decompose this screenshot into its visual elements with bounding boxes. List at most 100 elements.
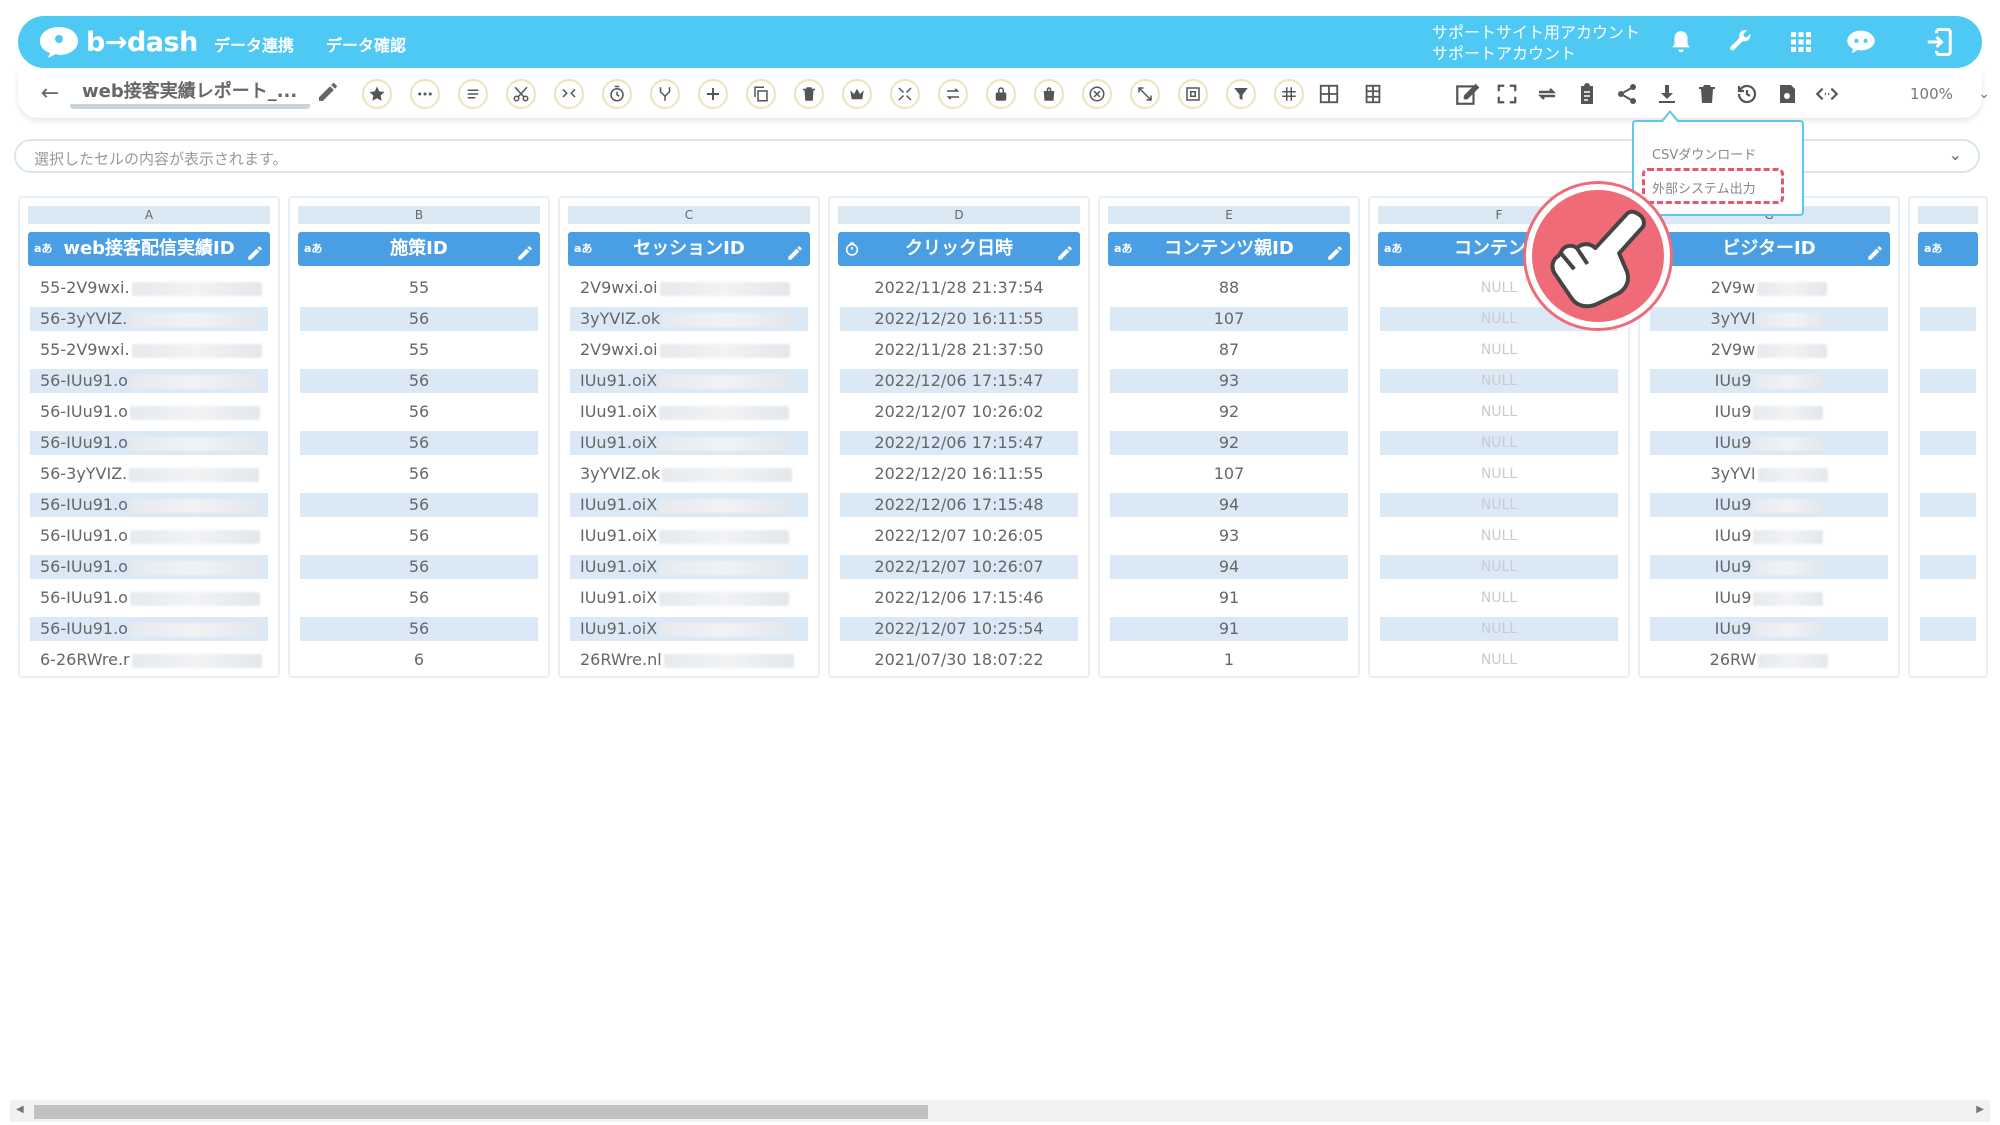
table-cell[interactable]: 2021/07/30 18:07:22	[840, 648, 1078, 672]
table-cell[interactable]: 93	[1110, 524, 1348, 548]
table-cell[interactable]: 56-IUu91.o	[30, 431, 268, 455]
nav-data-check[interactable]: データ確認	[326, 32, 406, 56]
table-cell[interactable]: NULL	[1380, 648, 1618, 672]
column-header[interactable]: aあビジターID	[1648, 232, 1890, 266]
table-cell[interactable]: 56-IUu91.o	[30, 369, 268, 393]
table-cell[interactable]: NULL	[1380, 555, 1618, 579]
table-cell[interactable]: 56-3yYVIZ.	[30, 307, 268, 331]
table-cell[interactable]	[1920, 555, 1976, 579]
horizontal-scrollbar[interactable]: ◀ ▶	[10, 1100, 1990, 1122]
table-cell[interactable]: 56	[300, 307, 538, 331]
table-cell[interactable]: 3yYVI	[1650, 462, 1888, 486]
delete-icon[interactable]	[1692, 79, 1722, 109]
scissors-icon[interactable]	[506, 79, 536, 109]
table-cell[interactable]: IUu9	[1650, 493, 1888, 517]
refresh-icon[interactable]	[1532, 79, 1562, 109]
table-cell[interactable]: 107	[1110, 307, 1348, 331]
history-icon[interactable]	[1732, 79, 1762, 109]
fullscreen-icon[interactable]	[1492, 79, 1522, 109]
menu-csv-download[interactable]: CSVダウンロード	[1652, 144, 1756, 163]
table-cell[interactable]	[1920, 462, 1976, 486]
table-cell[interactable]: 55-2V9wxi.	[30, 338, 268, 362]
table-cell[interactable]: 91	[1110, 617, 1348, 641]
chevron-down-icon[interactable]: ⌄	[1949, 145, 1962, 164]
table-cell[interactable]: IUu9	[1650, 555, 1888, 579]
table-cell[interactable]: 2022/12/06 17:15:47	[840, 369, 1078, 393]
table-cell[interactable]: 55	[300, 338, 538, 362]
table-cell[interactable]: 56	[300, 555, 538, 579]
apps-grid-icon[interactable]	[1784, 26, 1818, 58]
edit-column-pencil-icon[interactable]	[516, 240, 534, 260]
table-cell[interactable]	[1920, 431, 1976, 455]
column-header[interactable]: aあ 施策ID	[298, 232, 540, 266]
column-header[interactable]: クリック日時	[838, 232, 1080, 266]
wrench-icon[interactable]	[1724, 26, 1758, 58]
save-icon[interactable]	[1772, 79, 1802, 109]
account-info[interactable]: サポートサイト用アカウント サポートアカウント	[1432, 22, 1640, 64]
table-cell[interactable]: NULL	[1380, 400, 1618, 424]
table-cell[interactable]: 2022/12/20 16:11:55	[840, 462, 1078, 486]
table-cell[interactable]: NULL	[1380, 586, 1618, 610]
table-cell[interactable]	[1920, 276, 1976, 300]
bag-icon[interactable]	[1034, 79, 1064, 109]
table-cell[interactable]	[1920, 307, 1976, 331]
expand-icon[interactable]	[890, 79, 920, 109]
scroll-left-arrow-icon[interactable]: ◀	[16, 1104, 24, 1115]
more-dots-icon[interactable]	[410, 79, 440, 109]
table-cell[interactable]: 91	[1110, 586, 1348, 610]
table-cell[interactable]: 2022/12/07 10:25:54	[840, 617, 1078, 641]
column-header[interactable]: aあ web接客配信実績ID	[28, 232, 270, 266]
edit-column-pencil-icon[interactable]	[786, 240, 804, 260]
bell-icon[interactable]	[1664, 26, 1698, 58]
table-cell[interactable]: 88	[1110, 276, 1348, 300]
table-cell[interactable]: 56	[300, 369, 538, 393]
column-letter[interactable]: E	[1108, 206, 1350, 224]
table-cell[interactable]: IUu91.oiX	[570, 555, 808, 579]
column-letter[interactable]: B	[298, 206, 540, 224]
table-cell[interactable]: IUu91.oiX	[570, 369, 808, 393]
table-cell[interactable]: 55-2V9wxi.	[30, 276, 268, 300]
table-cell[interactable]: 2V9w	[1650, 338, 1888, 362]
table-cell[interactable]: 56-IUu91.o	[30, 617, 268, 641]
column-letter[interactable]: C	[568, 206, 810, 224]
clipboard-icon[interactable]	[1572, 79, 1602, 109]
table-cell[interactable]: 94	[1110, 493, 1348, 517]
table-cell[interactable]: 56	[300, 586, 538, 610]
table-cell[interactable]: IUu9	[1650, 400, 1888, 424]
edit-icon[interactable]	[1452, 79, 1482, 109]
nav-data-integration[interactable]: データ連携	[214, 32, 294, 56]
table-cell[interactable]: 2022/12/07 10:26:02	[840, 400, 1078, 424]
report-title[interactable]: web接客実績レポート_...	[70, 79, 310, 109]
edit-column-pencil-icon[interactable]	[1056, 240, 1074, 260]
trash-icon[interactable]	[794, 79, 824, 109]
column-header[interactable]: aあ	[1918, 232, 1978, 266]
table-cell[interactable]: 2022/12/06 17:15:48	[840, 493, 1078, 517]
cancel-icon[interactable]	[1082, 79, 1112, 109]
scrollbar-thumb[interactable]	[34, 1105, 928, 1119]
zoom-select[interactable]: 100% ⌄	[1880, 80, 1998, 108]
table-cell[interactable]: IUu91.oiX	[570, 586, 808, 610]
table-cell[interactable]: 6-26RWre.r	[30, 648, 268, 672]
crown-icon[interactable]	[842, 79, 872, 109]
table-cell[interactable]: IUu91.oiX	[570, 617, 808, 641]
table-cell[interactable]: IUu9	[1650, 617, 1888, 641]
columns-icon[interactable]	[1358, 79, 1388, 109]
table-cell[interactable]: 87	[1110, 338, 1348, 362]
table-cell[interactable]: 56-IUu91.o	[30, 493, 268, 517]
table-cell[interactable]: 56	[300, 431, 538, 455]
table-cell[interactable]: NULL	[1380, 493, 1618, 517]
edit-column-pencil-icon[interactable]	[1866, 240, 1884, 260]
table-cell[interactable]: 56	[300, 617, 538, 641]
table-cell[interactable]: 94	[1110, 555, 1348, 579]
table-cell[interactable]: 56-IUu91.o	[30, 586, 268, 610]
code-icon[interactable]	[1812, 79, 1842, 109]
edit-column-pencil-icon[interactable]	[1326, 240, 1344, 260]
lock-icon[interactable]	[986, 79, 1016, 109]
table-cell[interactable]	[1920, 338, 1976, 362]
table-cell[interactable]	[1920, 369, 1976, 393]
table-cell[interactable]: 92	[1110, 431, 1348, 455]
merge-icon[interactable]	[554, 79, 584, 109]
table-cell[interactable]: 3yYVIZ.ok	[570, 462, 808, 486]
table-cell[interactable]: NULL	[1380, 369, 1618, 393]
logout-icon[interactable]	[1922, 26, 1956, 58]
